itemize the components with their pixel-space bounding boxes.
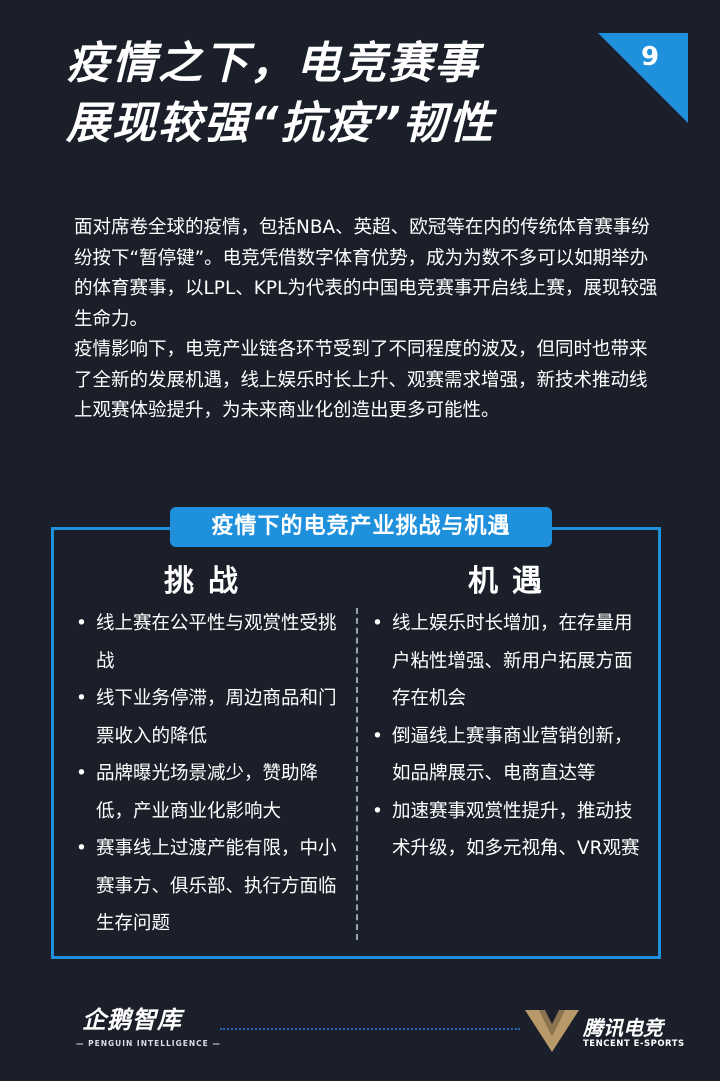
intro-text: 面对席卷全球的疫情，包括NBA、英超、欧冠等在内的传统体育赛事纷纷按下“暂停键”…	[74, 213, 658, 427]
page-title: 疫情之下，电竞赛事 展现较强“抗疫”韧性	[66, 34, 495, 154]
footer-divider	[220, 1028, 520, 1030]
list-item: 线下业务停滞，周边商品和门票收入的降低	[74, 680, 344, 755]
title-line-2: 展现较强“抗疫”韧性	[66, 98, 495, 149]
column-divider	[356, 608, 358, 940]
challenges-list: 线上赛在公平性与观赏性受挑战 线下业务停滞，周边商品和门票收入的降低 品牌曝光场…	[74, 605, 344, 943]
tencent-esports-name: 腾讯电竞	[583, 1016, 663, 1040]
opportunities-heading: 机遇	[468, 564, 556, 599]
challenges-heading: 挑战	[164, 564, 252, 599]
penguin-logo-name: 企鹅智库	[82, 1006, 182, 1034]
intro-paragraph-2: 疫情影响下，电竞产业链各环节受到了不同程度的波及，但同时也带来了全新的发展机遇，…	[74, 339, 648, 421]
intro-paragraph-1: 面对席卷全球的疫情，包括NBA、英超、欧冠等在内的传统体育赛事纷纷按下“暂停键”…	[74, 217, 658, 330]
list-item: 倒逼线上赛事商业营销创新，如品牌展示、电商直达等	[370, 718, 640, 793]
penguin-logo-english: — PENGUIN INTELLIGENCE —	[76, 1039, 221, 1048]
list-item: 线上娱乐时长增加，在存量用户粘性增强、新用户拓展方面存在机会	[370, 605, 640, 718]
list-item: 品牌曝光场景减少，赞助降低，产业商业化影响大	[74, 755, 344, 830]
page-number: 9	[640, 42, 660, 72]
tencent-esports-english: TENCENT E-SPORTS	[583, 1039, 685, 1049]
list-item: 线上赛在公平性与观赏性受挑战	[74, 605, 344, 680]
tencent-esports-v-icon	[525, 1010, 579, 1052]
penguin-intelligence-logo: 企鹅智库 — PENGUIN INTELLIGENCE —	[76, 1000, 221, 1056]
title-line-1: 疫情之下，电竞赛事	[66, 38, 480, 89]
panel-title: 疫情下的电竞产业挑战与机遇	[170, 507, 552, 547]
list-item: 加速赛事观赏性提升，推动技术升级，如多元视角、VR观赛	[370, 793, 640, 868]
opportunities-list: 线上娱乐时长增加，在存量用户粘性增强、新用户拓展方面存在机会 倒逼线上赛事商业营…	[370, 605, 640, 868]
tencent-esports-logo: 腾讯电竞 TENCENT E-SPORTS	[525, 1008, 684, 1054]
list-item: 赛事线上过渡产能有限，中小赛事方、俱乐部、执行方面临生存问题	[74, 830, 344, 943]
